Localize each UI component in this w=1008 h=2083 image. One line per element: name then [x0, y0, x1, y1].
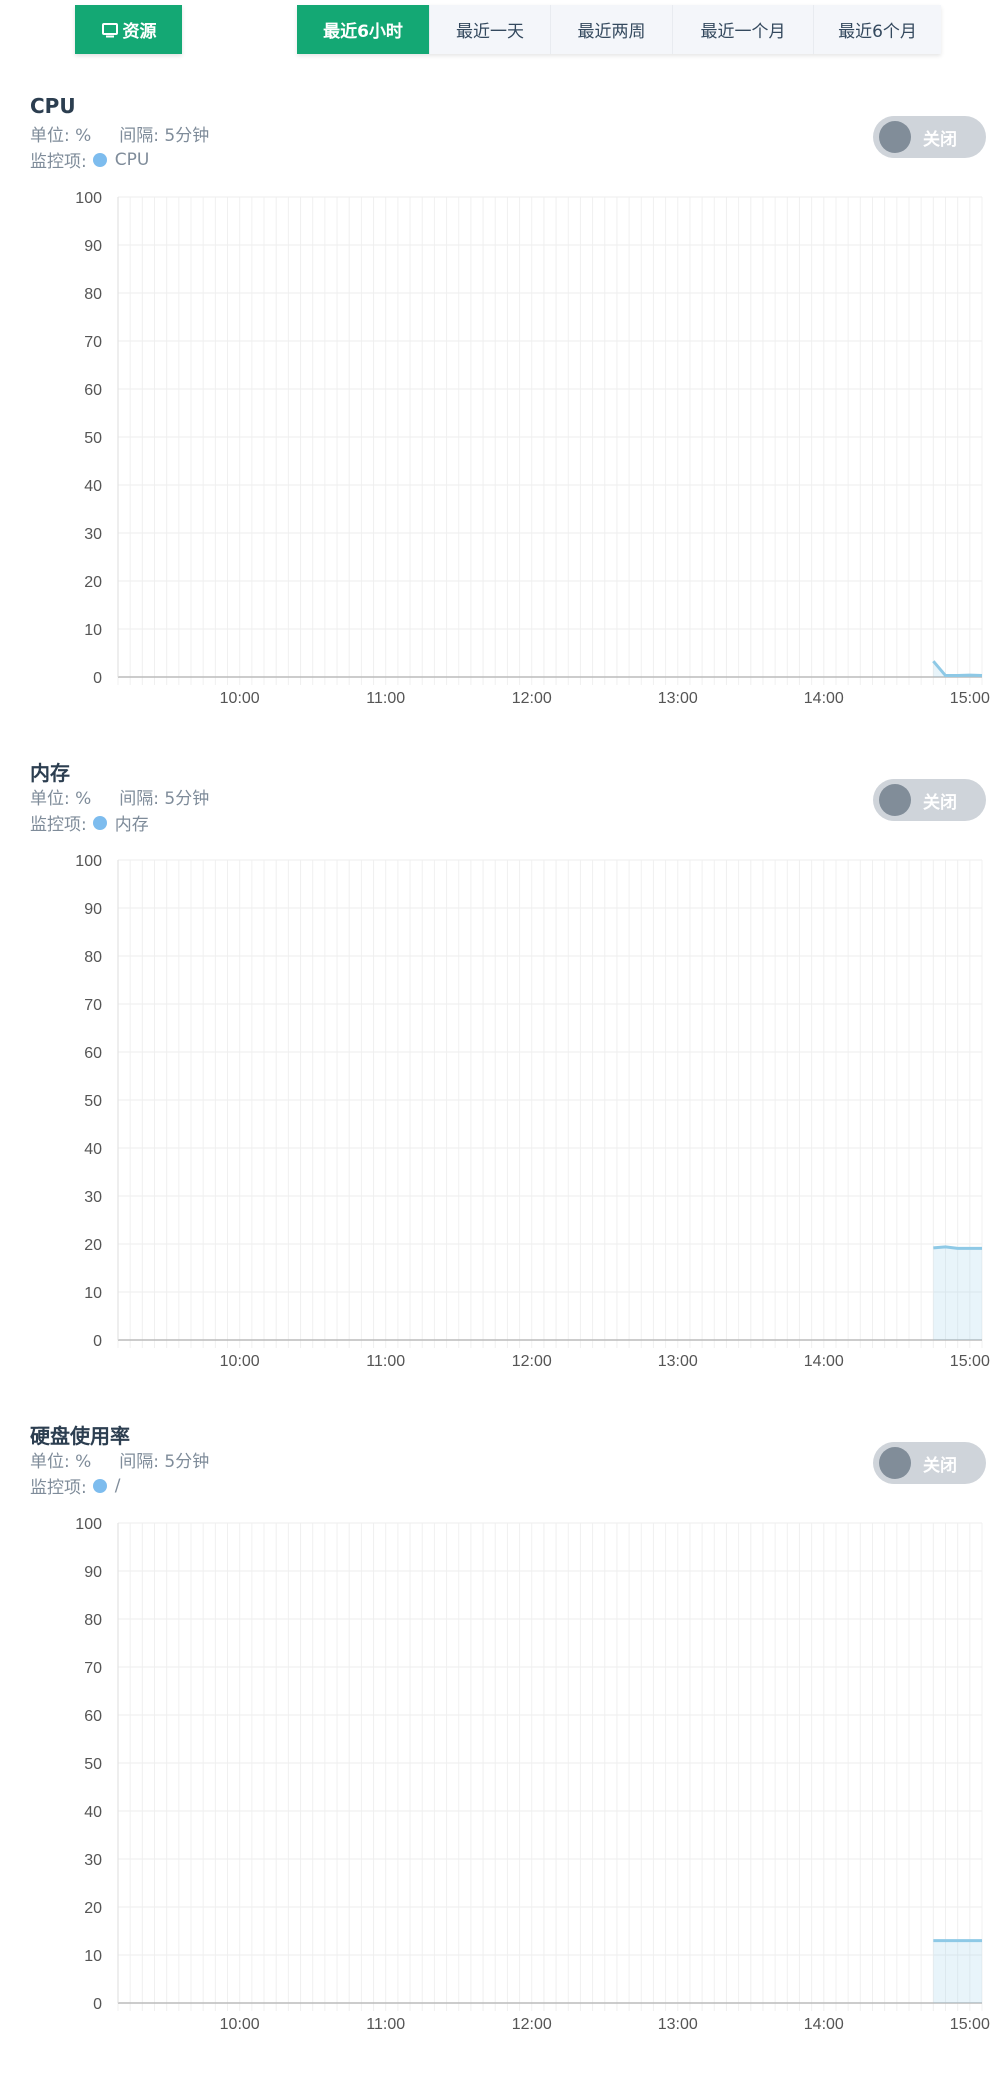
y-tick-label: 50	[84, 430, 102, 447]
x-tick-label: 12:00	[512, 2016, 552, 2033]
resource-label: 资源	[122, 22, 157, 42]
x-tick-label: 12:00	[512, 690, 552, 707]
y-tick-label: 70	[84, 334, 102, 351]
series-area	[933, 1940, 982, 2003]
toggle-label: 关闭	[923, 1455, 957, 1476]
y-tick-label: 0	[93, 1333, 102, 1350]
y-tick-label: 70	[84, 1660, 102, 1677]
y-tick-label: 10	[84, 1285, 102, 1302]
y-tick-label: 20	[84, 1900, 102, 1917]
x-tick-label: 14:00	[804, 1353, 844, 1370]
x-tick-label: 10:00	[220, 2016, 260, 2033]
y-tick-label: 60	[84, 1045, 102, 1062]
toggle-switch[interactable]: 关闭	[873, 116, 986, 158]
monitor-icon	[101, 22, 118, 37]
x-tick-label: 13:00	[658, 690, 698, 707]
y-tick-label: 10	[84, 1948, 102, 1965]
y-tick-label: 100	[75, 190, 102, 207]
y-tick-label: 0	[93, 1996, 102, 2013]
x-tick-label: 15:00	[950, 2016, 990, 2033]
section-title: 内存	[30, 761, 70, 785]
y-tick-label: 40	[84, 478, 102, 495]
toggle-switch[interactable]: 关闭	[873, 779, 986, 821]
toggle-knob	[879, 1447, 911, 1479]
toggle-knob	[879, 121, 911, 153]
x-tick-label: 11:00	[366, 2016, 405, 2033]
series-line	[933, 1245, 982, 1250]
interval-label: 间隔: 5分钟	[119, 1452, 210, 1472]
section-title: CPU	[30, 94, 76, 118]
y-tick-label: 10	[84, 622, 102, 639]
y-tick-label: 90	[84, 238, 102, 255]
x-tick-label: 10:00	[220, 690, 260, 707]
y-tick-label: 90	[84, 901, 102, 918]
x-tick-label: 14:00	[804, 690, 844, 707]
disk-chart: 0 10 20 30 40 50 60 70 80 90 100 10:00 11:00 12:00 13:…	[75, 1516, 990, 2033]
series-area	[933, 1246, 982, 1340]
y-tick-label: 60	[84, 382, 102, 399]
memory-section: 内存 单位: % 间隔: 5分钟 监控项: 内存 关闭 0 10 20 30 40 50 60 7…	[0, 757, 1008, 1420]
x-tick-label: 15:00	[950, 1353, 990, 1370]
x-tick-label: 11:00	[366, 690, 405, 707]
y-tick-label: 30	[84, 1189, 102, 1206]
y-tick-label: 50	[84, 1756, 102, 1773]
resource-button[interactable]: 资源	[75, 5, 182, 54]
y-tick-label: 80	[84, 286, 102, 303]
unit-label: 单位: %	[30, 789, 92, 809]
y-tick-label: 60	[84, 1708, 102, 1725]
y-tick-label: 40	[84, 1804, 102, 1821]
interval-label: 间隔: 5分钟	[119, 126, 210, 146]
memory-chart: 0 10 20 30 40 50 60 70 80 90 100 10:00 11:00 12:00 13:…	[75, 853, 990, 1370]
y-tick-label: 80	[84, 949, 102, 966]
cpu-chart: 0 10 20 30 40 50 60 70 80 90 100 10:00 11:00 12:00 13:…	[75, 190, 990, 707]
x-tick-label: 10:00	[220, 1353, 260, 1370]
tab-1-month[interactable]: 最近一个月	[673, 5, 814, 54]
y-tick-label: 20	[84, 574, 102, 591]
y-tick-label: 0	[93, 670, 102, 687]
tab-6-hours[interactable]: 最近6小时	[297, 5, 430, 54]
x-tick-label: 12:00	[512, 1353, 552, 1370]
disk-section: 硬盘使用率 单位: % 间隔: 5分钟 监控项: / 关闭 0 10 20 30 40 50 6…	[0, 1420, 1008, 2083]
cpu-section: CPU 单位: % 间隔: 5分钟 监控项: CPU 关闭 0 10 20 30 40 50 6…	[0, 94, 1008, 757]
y-tick-label: 30	[84, 1852, 102, 1869]
y-tick-label: 70	[84, 997, 102, 1014]
interval-label: 间隔: 5分钟	[119, 789, 210, 809]
toggle-label: 关闭	[923, 792, 957, 813]
toggle-knob	[879, 784, 911, 816]
y-tick-label: 30	[84, 526, 102, 543]
x-tick-label: 14:00	[804, 2016, 844, 2033]
y-tick-label: 90	[84, 1564, 102, 1581]
y-tick-label: 80	[84, 1612, 102, 1629]
toggle-switch[interactable]: 关闭	[873, 1442, 986, 1484]
y-tick-label: 20	[84, 1237, 102, 1254]
x-tick-label: 15:00	[950, 690, 990, 707]
section-title: 硬盘使用率	[30, 1424, 130, 1448]
time-range-tabs: 最近6小时 最近一天 最近两周 最近一个月 最近6个月	[297, 5, 941, 54]
unit-label: 单位: %	[30, 126, 92, 146]
x-tick-label: 13:00	[658, 1353, 698, 1370]
unit-label: 单位: %	[30, 1452, 92, 1472]
x-tick-label: 11:00	[366, 1353, 405, 1370]
tab-2-weeks[interactable]: 最近两周	[551, 5, 673, 54]
tab-1-day[interactable]: 最近一天	[430, 5, 551, 54]
x-tick-label: 13:00	[658, 2016, 698, 2033]
y-tick-label: 40	[84, 1141, 102, 1158]
toggle-label: 关闭	[923, 129, 957, 150]
tab-6-months[interactable]: 最近6个月	[814, 5, 941, 54]
y-tick-label: 100	[75, 853, 102, 870]
y-tick-label: 100	[75, 1516, 102, 1533]
y-tick-label: 50	[84, 1093, 102, 1110]
